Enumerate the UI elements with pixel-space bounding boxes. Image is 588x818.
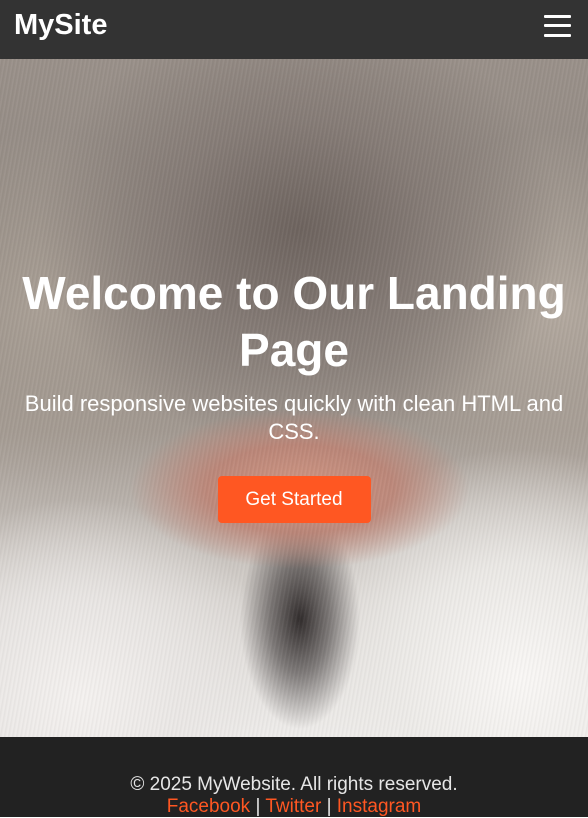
menu-bar <box>544 24 571 27</box>
hero-section: Welcome to Our Landing Page Build respon… <box>0 59 588 737</box>
twitter-link[interactable]: Twitter <box>265 796 321 817</box>
hamburger-menu-icon[interactable] <box>544 12 571 40</box>
hero-content: Welcome to Our Landing Page Build respon… <box>0 265 588 523</box>
site-logo[interactable]: MySite <box>14 11 107 40</box>
hero-title: Welcome to Our Landing Page <box>0 265 588 379</box>
navbar: MySite <box>0 0 588 59</box>
hero-subtitle-line: Build responsive websites quickly with c… <box>24 391 564 416</box>
copyright-text: © 2025 MyWebsite. All rights reserved. <box>130 774 458 795</box>
menu-bar <box>544 33 571 37</box>
menu-bar <box>544 14 571 18</box>
instagram-link[interactable]: Instagram <box>337 796 421 817</box>
hero-subtitle-line: CSS. <box>268 419 320 444</box>
hero-subtitle: Build responsive websites quickly with c… <box>0 390 588 446</box>
get-started-button[interactable]: Get Started <box>217 476 371 523</box>
hero-title-line: Page <box>239 324 349 376</box>
hero-title-line: Welcome to Our Landing <box>22 267 566 319</box>
social-links: Facebook | Twitter | Instagram <box>0 796 588 818</box>
link-separator: | <box>326 796 332 817</box>
facebook-link[interactable]: Facebook <box>167 796 250 817</box>
link-separator: | <box>255 796 261 817</box>
footer: © 2025 MyWebsite. All rights reserved. F… <box>0 737 588 817</box>
